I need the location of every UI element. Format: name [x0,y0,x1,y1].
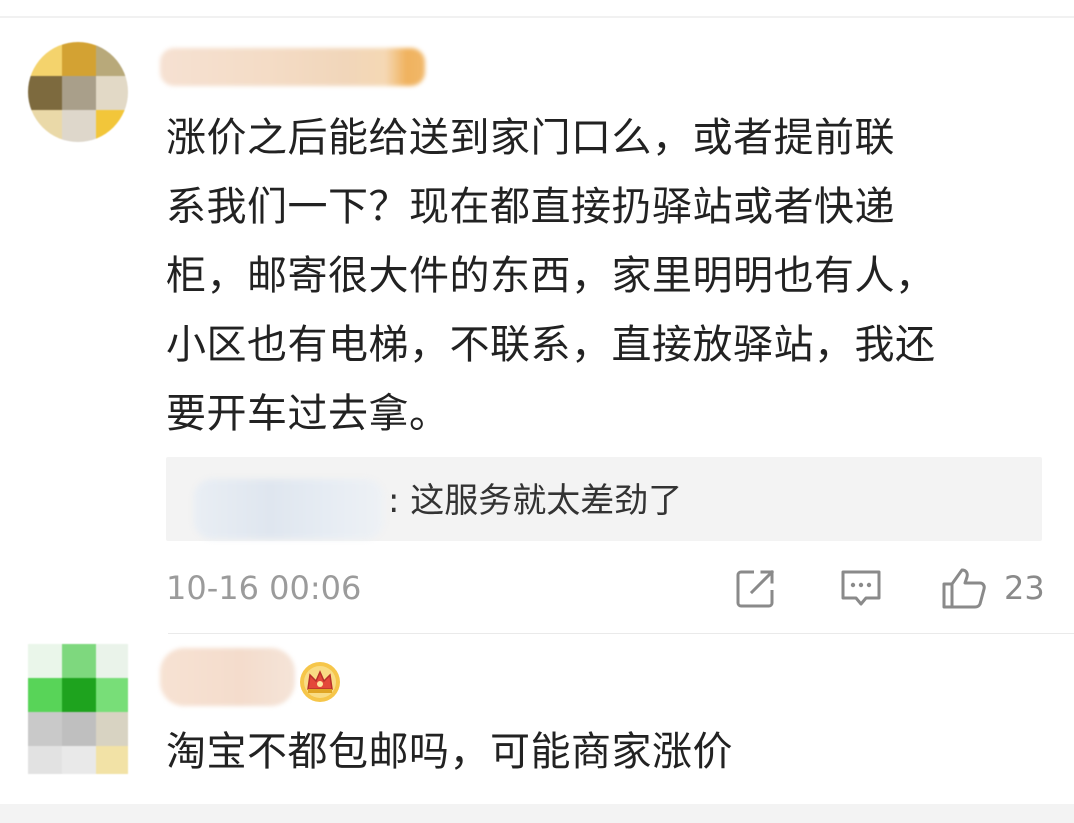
avatar[interactable] [28,42,128,142]
like-count: 23 [1004,569,1045,607]
comment-button[interactable] [838,566,884,610]
top-divider [0,16,1074,18]
avatar[interactable] [28,644,128,774]
timestamp: 10-16 00:06 [166,569,362,607]
thumbs-up-icon [942,568,986,609]
share-button[interactable] [734,566,778,610]
comment-line: 系我们一下？现在都直接扔驿站或者快递 [166,184,895,230]
comment-divider [168,633,1074,634]
like-button[interactable]: 23 [940,566,1045,610]
comment-icon [841,570,881,606]
reply-preview[interactable]: : 这服务就太差劲了 [166,457,1042,541]
username[interactable] [160,648,295,706]
bottom-divider [0,804,1074,823]
comment-text: 涨价之后能给送到家门口么，或者提前联 系我们一下？现在都直接扔驿站或者快递 柜，… [166,104,1036,449]
crown-icon [300,662,340,702]
comment-line: 要开车过去拿。 [166,391,450,437]
comment-text: 淘宝不都包邮吗，可能商家涨价 [166,729,733,775]
comment-line: 柜，邮寄很大件的东西，家里明明也有人， [166,253,936,299]
reply-username[interactable] [194,479,384,539]
share-icon [736,569,775,608]
comment-line: 小区也有电梯，不联系，直接放驿站，我还 [166,322,936,368]
reply-text: : 这服务就太差劲了 [388,481,683,521]
comment-line: 涨价之后能给送到家门口么，或者提前联 [166,115,895,161]
username[interactable] [160,48,425,86]
